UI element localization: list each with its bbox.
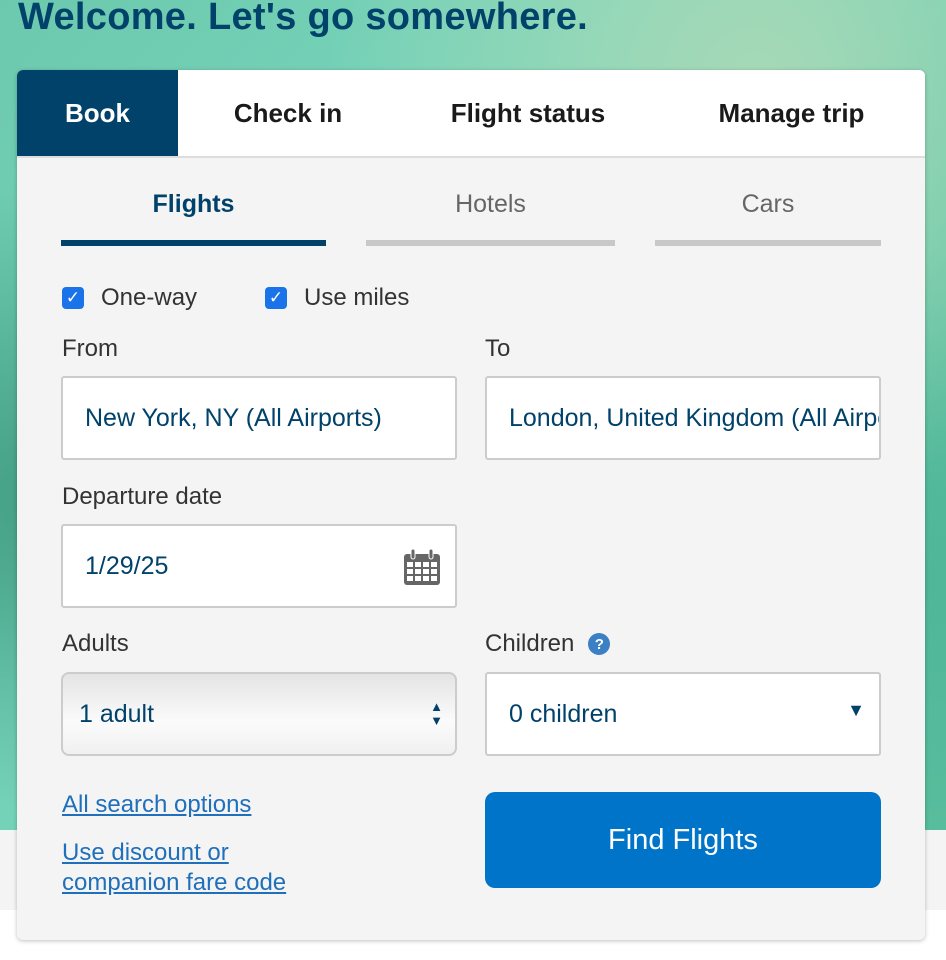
use-miles-checkbox[interactable]: ✓ Use miles	[265, 284, 409, 312]
departure-date-label: Departure date	[62, 483, 223, 510]
tab-check-in[interactable]: Check in	[178, 70, 398, 156]
tab-manage-trip[interactable]: Manage trip	[658, 70, 925, 156]
stepper-arrows-icon: ▲ ▼	[430, 699, 443, 728]
use-miles-label: Use miles	[304, 284, 410, 311]
children-label: Children	[485, 630, 575, 657]
subtab-cars[interactable]: Cars	[655, 190, 881, 246]
discount-code-link[interactable]: Use discount or companion fare code	[62, 838, 286, 898]
adults-label: Adults	[62, 630, 129, 657]
subtab-flights[interactable]: Flights	[61, 190, 326, 246]
discount-link-line1: Use discount or	[62, 839, 229, 866]
adults-select[interactable]: 1 adult ▲ ▼	[61, 672, 457, 756]
children-value: 0 children	[509, 699, 618, 728]
chevron-down-icon: ▼	[847, 700, 865, 720]
from-input[interactable]: New York, NY (All Airports)	[61, 376, 457, 460]
children-label-row: Children ?	[485, 630, 611, 658]
to-label: To	[485, 335, 511, 362]
departure-date-input[interactable]: 1/29/25	[61, 524, 457, 608]
one-way-checkbox[interactable]: ✓ One-way	[62, 284, 197, 312]
page-title: Welcome. Let's go somewhere.	[18, 0, 589, 38]
tab-flight-status[interactable]: Flight status	[398, 70, 658, 156]
children-select[interactable]: 0 children ▼	[485, 672, 881, 756]
booking-widget: Book Check in Flight status Manage trip …	[17, 70, 925, 940]
subtab-hotels[interactable]: Hotels	[366, 190, 615, 246]
one-way-label: One-way	[101, 284, 198, 311]
from-label: From	[62, 335, 118, 362]
main-tabs: Book Check in Flight status Manage trip	[17, 70, 925, 158]
calendar-icon[interactable]	[403, 548, 441, 586]
to-input[interactable]: London, United Kingdom (All Airports)	[485, 376, 881, 460]
checkmark-icon: ✓	[62, 287, 84, 309]
adults-value: 1 adult	[79, 699, 155, 728]
checkmark-icon: ✓	[265, 287, 287, 309]
discount-link-line2: companion fare code	[62, 869, 287, 896]
tab-book[interactable]: Book	[17, 70, 178, 156]
help-icon[interactable]: ?	[588, 633, 611, 655]
departure-date-value: 1/29/25	[85, 551, 169, 580]
find-flights-button[interactable]: Find Flights	[485, 792, 881, 888]
all-search-options-link[interactable]: All search options	[62, 790, 251, 820]
